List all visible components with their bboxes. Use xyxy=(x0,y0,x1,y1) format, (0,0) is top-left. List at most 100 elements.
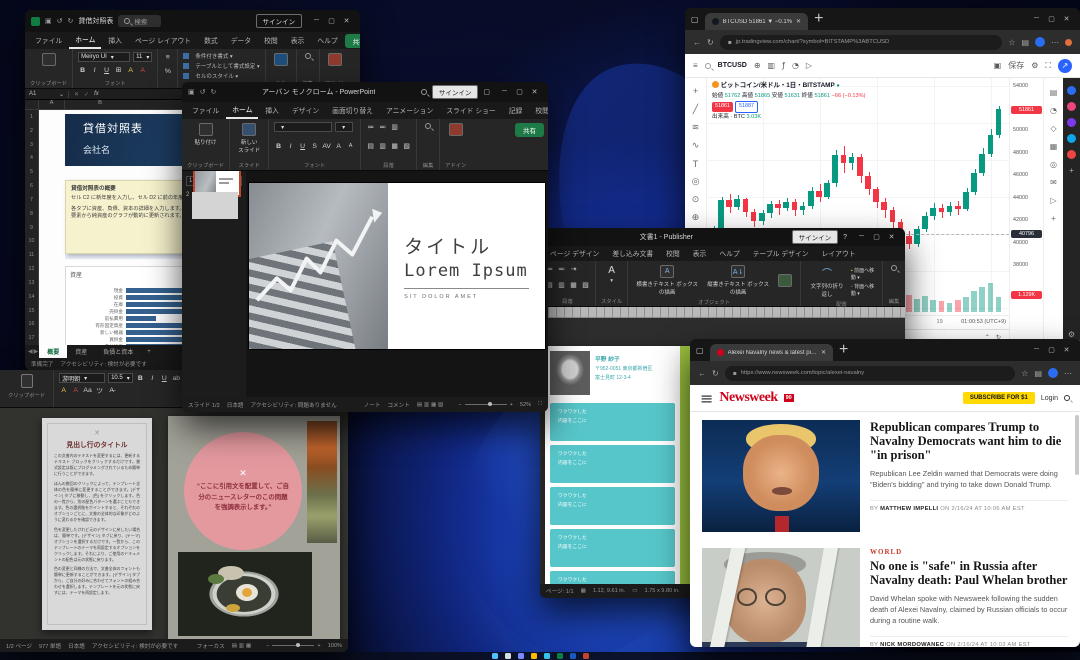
search-icon[interactable] xyxy=(1064,395,1070,401)
author-name[interactable]: MATTHEW IMPELLI xyxy=(880,506,938,512)
maximize-icon[interactable]: ▢ xyxy=(512,88,527,96)
zoom-level[interactable]: 100% xyxy=(328,643,342,649)
volume-label[interactable]: 出来高 · BTC xyxy=(712,114,745,120)
watchlist-icon[interactable]: ▤ xyxy=(1050,88,1058,97)
calendar-icon[interactable]: ▦ xyxy=(1050,142,1058,151)
edge-sidebar[interactable]: +⚙ xyxy=(1063,78,1080,345)
underline-button[interactable]: U xyxy=(160,373,169,383)
maximize-icon[interactable]: ▢ xyxy=(1044,346,1059,354)
style-item[interactable]: テーブルとして書式設定 ▾ xyxy=(183,62,259,70)
indicators-icon[interactable]: ƒ xyxy=(782,61,785,70)
excel-signin-button[interactable]: サインイン xyxy=(256,14,303,28)
zoom-tool-icon[interactable]: ⊕ xyxy=(692,213,700,223)
browser-window-controls[interactable]: ─▢✕ xyxy=(1029,346,1074,354)
minimize-icon[interactable]: ─ xyxy=(1029,346,1044,354)
underline-button[interactable]: U xyxy=(102,65,111,75)
bold-button[interactable]: B xyxy=(274,141,283,151)
redo-icon[interactable]: ↻ xyxy=(68,17,74,25)
slide-thumbnail-2[interactable]: 2 xyxy=(186,192,242,219)
editing-button[interactable] xyxy=(302,52,314,60)
save-icon[interactable]: ▣ xyxy=(188,88,195,96)
font-size-select[interactable]: ▾ xyxy=(335,122,353,132)
fit-slide-icon[interactable]: ⛶ xyxy=(538,401,542,408)
publisher-editing-group[interactable]: 編集 xyxy=(883,261,905,306)
newsweek-page[interactable]: ≡ Newsweek 90 SUBSCRIBE FOR $1 Login Rep… xyxy=(690,385,1080,647)
cancel-icon[interactable]: ✕ xyxy=(69,91,84,98)
sidebar-app-icon[interactable] xyxy=(1067,118,1076,127)
row-header[interactable]: 8 xyxy=(25,207,38,221)
fullscreen-icon[interactable]: ⛶ xyxy=(1045,61,1051,71)
article-1[interactable]: Republican compares Trump to Navalny Dem… xyxy=(690,412,1080,540)
price-line-label[interactable]: 40796 xyxy=(1011,230,1042,238)
row-header[interactable]: 14 xyxy=(25,290,38,304)
refresh-icon[interactable]: ↻ xyxy=(707,38,714,47)
char-border-button[interactable]: Aa xyxy=(83,385,92,395)
row-header[interactable]: 5 xyxy=(25,165,38,179)
powerpoint-ribbon[interactable]: 貼り付け クリップボード 新しいスライド スライド ▾▾ BIUSAVAA フォ… xyxy=(182,119,548,171)
accessibility-status[interactable]: アクセシビリティ: 検討が必要です xyxy=(92,642,178,650)
language-indicator[interactable]: 日本語 xyxy=(227,401,244,409)
address-bar[interactable]: ▪ https://www.newsweek.com/topic/alexei-… xyxy=(725,366,1016,381)
grow-font-button[interactable]: A xyxy=(334,141,343,151)
sheet-tabs[interactable]: 概要資産負債と資本 xyxy=(39,345,141,358)
publisher-ribbon[interactable]: ≔≕⇥ ▤▥▦▧ 段落 A▾ スタイル A横書きテキスト ボックスの描画 A⇂縦… xyxy=(540,261,905,307)
excel-ribbon-tab[interactable]: ファイル xyxy=(29,33,68,48)
italic-button[interactable]: I xyxy=(286,141,295,151)
clear-format-button[interactable]: A̶ xyxy=(107,385,116,395)
document-heading[interactable]: 見出し行のタイトル xyxy=(54,439,140,449)
italic-button[interactable]: I xyxy=(148,373,157,383)
bid-price-label[interactable]: 51861 xyxy=(712,102,733,111)
justify-icon[interactable]: ▧ xyxy=(402,141,411,151)
fib-icon[interactable]: ≋ xyxy=(692,123,700,133)
share-button[interactable]: 共有 xyxy=(515,123,544,137)
excel-ribbon-tab[interactable]: ホーム xyxy=(69,32,101,49)
copilot-icon[interactable] xyxy=(1065,39,1072,46)
publisher-window-controls[interactable]: ─▢✕ xyxy=(854,233,899,241)
excel-ribbon-tab[interactable]: ページ レイアウト xyxy=(129,33,197,48)
minimize-icon[interactable]: ─ xyxy=(854,233,869,241)
column-header[interactable]: A xyxy=(39,100,65,109)
word-clipboard-group[interactable]: クリップボード xyxy=(0,370,54,407)
tearoff-block[interactable]: ワクワクした内容をここに xyxy=(550,571,675,584)
settings-gear-icon[interactable]: ⚙ xyxy=(1068,330,1075,339)
browser-tab[interactable]: BTCUSD 51861 ▼ −0.1% ✕ xyxy=(705,13,809,30)
excel-clipboard-group[interactable]: クリップボード xyxy=(25,49,73,88)
indent-icon[interactable]: ⇥ xyxy=(569,264,578,274)
scrollbar[interactable] xyxy=(1075,415,1079,475)
hamburger-menu-icon[interactable]: ≡ xyxy=(700,389,713,408)
save-layout-button[interactable]: 保存 xyxy=(1008,60,1024,71)
task-view-taskbar-icon[interactable] xyxy=(518,653,524,659)
justify-icon[interactable]: ▧ xyxy=(581,280,590,290)
ppt-paragraph-group[interactable]: ≔≕▥ ▤▥▦▧ 段落 xyxy=(361,119,417,170)
font-size-select[interactable]: 11▾ xyxy=(133,52,152,62)
article-category[interactable]: WORLD xyxy=(870,548,1068,556)
author-name[interactable]: NICK MORDOWANEC xyxy=(880,642,944,647)
powerpoint-ribbon-tab[interactable]: デザイン xyxy=(286,103,325,118)
italic-button[interactable]: I xyxy=(90,65,99,75)
close-icon[interactable]: ✕ xyxy=(527,88,542,96)
powerpoint-taskbar-icon[interactable] xyxy=(583,653,589,659)
text-wrap-button[interactable]: ⌒文字列の折り返し xyxy=(806,264,848,299)
row-header[interactable]: 13 xyxy=(25,276,38,290)
measure-icon[interactable]: ⊙ xyxy=(692,195,700,205)
more-menu-icon[interactable]: ⋯ xyxy=(1064,369,1072,378)
share-button[interactable]: 共有 xyxy=(345,34,360,48)
ideas-icon[interactable]: ◎ xyxy=(1050,160,1057,169)
columns-icon[interactable]: ▥ xyxy=(390,122,399,132)
alert-icon[interactable]: ◔ xyxy=(792,61,799,70)
collections-icon[interactable]: ▤ xyxy=(1021,38,1029,47)
style-item[interactable]: 条件付き書式 ▾ xyxy=(183,52,259,60)
powerpoint-ribbon-tab[interactable]: ホーム xyxy=(226,102,258,119)
tradingview-toolbar[interactable]: ≡ BTCUSD ⊕ ▥ ƒ ◔ ▷ ▣ 保存 ⚙ ⛶ ↗ xyxy=(685,54,1080,78)
font-color-button[interactable]: A xyxy=(71,385,80,395)
row-header[interactable]: 17 xyxy=(25,331,38,345)
add-sidebar-app-icon[interactable]: + xyxy=(1069,166,1074,175)
powerpoint-titlebar[interactable]: ▣↺↻ アーバン モノクローム - PowerPoint サインイン ▢ ─▢✕ xyxy=(182,82,548,102)
ppt-slides-group[interactable]: 新しいスライド スライド xyxy=(230,119,269,170)
excel-ribbon-tab[interactable]: 数式 xyxy=(198,33,224,48)
ppt-editing-group[interactable]: 編集 xyxy=(417,119,440,170)
slide-subtitle[interactable]: Lorem Ipsum xyxy=(404,261,529,281)
strikethrough-button[interactable]: ab xyxy=(172,373,181,383)
minimize-icon[interactable]: ─ xyxy=(1029,15,1044,23)
profile-avatar[interactable] xyxy=(1048,368,1058,378)
